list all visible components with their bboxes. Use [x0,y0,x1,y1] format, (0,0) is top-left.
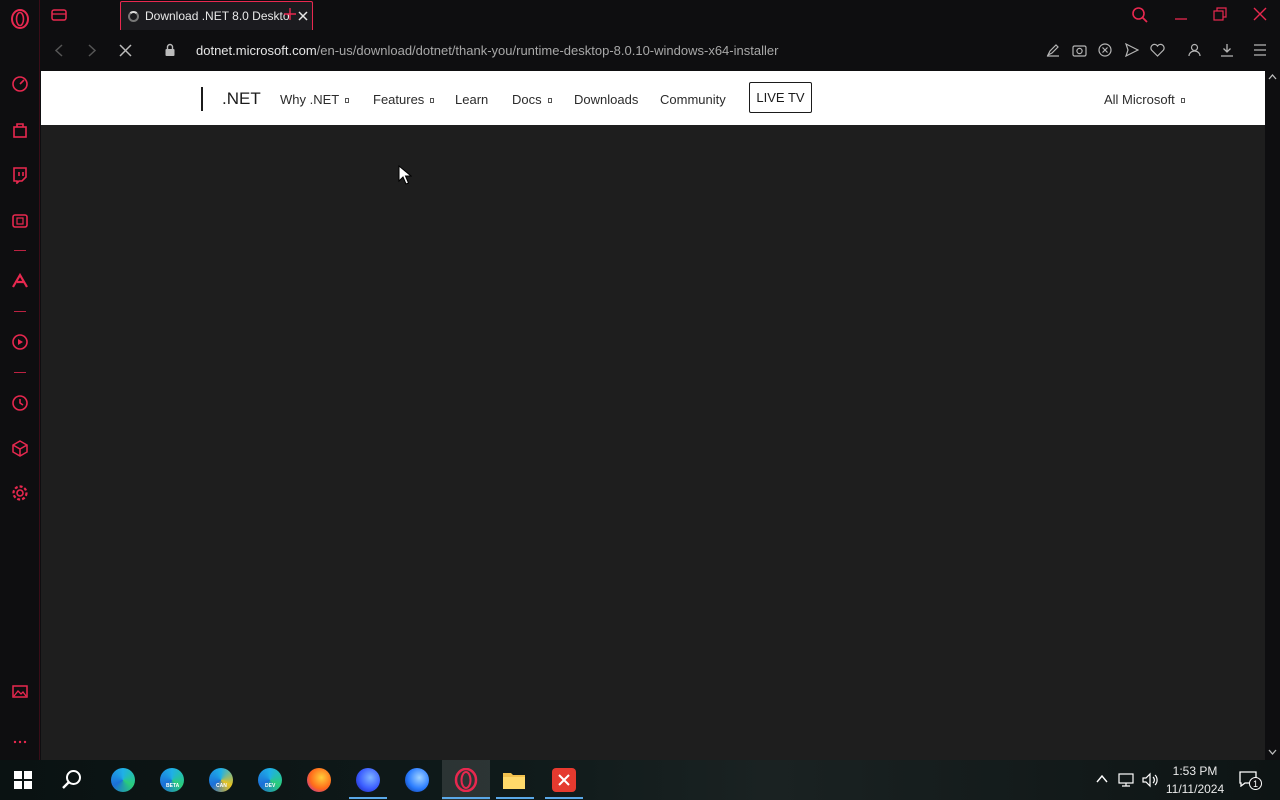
nav-features[interactable]: Features [373,92,435,107]
search-tabs-icon[interactable] [1131,6,1149,24]
tab-island-icon[interactable] [50,6,68,24]
nav-docs-label: Docs [512,92,542,107]
close-window-icon[interactable] [1253,7,1267,21]
stop-loading-icon[interactable] [119,44,132,57]
loading-spinner-icon [128,10,139,22]
site-navbar: .NET Why .NET Features Learn Docs Downlo… [41,71,1265,125]
tab-bar: Download .NET 8.0 Deskto [40,0,1280,30]
player-icon[interactable] [9,331,31,353]
downloads-icon[interactable] [1220,43,1234,57]
url-host: dotnet.microsoft.com [196,43,317,58]
easy-setup-icon[interactable] [1046,43,1060,57]
brand-divider [201,87,203,111]
speed-dial-icon[interactable] [9,73,31,95]
windows-taskbar: BETA CAN DEV 1:53 PM 11/11/2024 1 [0,760,1280,800]
opera-gx-icon[interactable] [454,768,478,792]
dotnet-brand-link[interactable]: .NET [222,89,261,109]
sidebar-divider [14,250,26,251]
address-bar: dotnet.microsoft.com/en-us/download/dotn… [40,30,1280,71]
ad-blocker-icon[interactable] [1098,43,1112,57]
clock-time[interactable]: 1:53 PM [1160,764,1230,778]
extensions-icon[interactable] [9,437,31,459]
mouse-cursor-icon [398,165,412,185]
running-indicator [545,797,583,799]
easy-menu-icon[interactable] [1253,44,1267,56]
network-icon[interactable] [1118,772,1136,788]
start-icon[interactable] [14,771,32,789]
twitch-icon[interactable] [9,164,31,186]
forward-icon[interactable] [86,44,98,57]
tab-title: Download .NET 8.0 Deskto [145,9,290,23]
chevron-down-icon [345,98,350,104]
notification-icon[interactable]: 1 [1239,771,1262,790]
beta-badge: BETA [166,783,180,789]
bookmark-heart-icon[interactable] [1150,43,1165,57]
url-field[interactable]: dotnet.microsoft.com/en-us/download/dotn… [196,43,778,58]
running-indicator [496,797,534,799]
opera-sidebar [0,0,40,760]
close-tab-icon[interactable] [298,11,308,21]
nav-community[interactable]: Community [660,92,726,107]
firefox-dev-icon[interactable] [356,768,380,792]
running-indicator [442,797,490,799]
edge-canary-icon[interactable]: CAN [209,768,233,792]
clock-date[interactable]: 11/11/2024 [1160,782,1230,796]
shop-icon[interactable] [9,119,31,141]
restore-icon[interactable] [1213,7,1227,21]
more-icon[interactable] [9,729,31,751]
nav-why-dotnet[interactable]: Why .NET [280,92,350,107]
nav-docs[interactable]: Docs [512,92,552,107]
send-icon[interactable] [1125,43,1139,57]
nav-downloads-label: Downloads [574,92,639,107]
nav-why-label: Why .NET [280,92,340,107]
volume-icon[interactable] [1142,772,1160,788]
gx-corner-icon[interactable] [9,210,31,232]
lock-icon[interactable] [164,43,176,57]
account-icon[interactable] [1188,43,1201,57]
firefox-nightly-icon[interactable] [405,768,429,792]
new-tab-icon[interactable] [283,7,297,21]
page-scrollbar[interactable] [1265,71,1280,760]
history-icon[interactable] [9,392,31,414]
nav-downloads[interactable]: Downloads [574,92,638,107]
opera-logo-icon[interactable] [9,8,31,30]
chevron-down-icon [547,98,552,104]
running-indicator [349,797,387,799]
notification-count: 1 [1249,777,1262,790]
chevron-up-icon[interactable] [1096,774,1108,784]
nav-community-label: Community [660,92,726,107]
chevron-down-icon [1180,98,1185,104]
chevron-down-icon [430,98,435,104]
edge-dev-icon[interactable]: DEV [258,768,282,792]
nav-learn-label: Learn [455,92,489,107]
search-icon[interactable] [61,769,83,791]
nav-features-label: Features [373,92,425,107]
nav-learn[interactable]: Learn [455,92,488,107]
aria-icon[interactable] [9,270,31,292]
scroll-down-icon[interactable] [1268,748,1277,756]
file-explorer-icon[interactable] [502,770,526,790]
settings-icon[interactable] [9,482,31,504]
back-icon[interactable] [54,44,66,57]
all-microsoft-menu[interactable]: All Microsoft [1104,92,1185,107]
red-x-app-icon[interactable] [552,768,576,792]
all-microsoft-label: All Microsoft [1104,92,1175,107]
live-tv-button[interactable]: LIVE TV [749,82,812,113]
edge-icon[interactable] [111,768,135,792]
edge-beta-icon[interactable]: BETA [160,768,184,792]
minimize-icon[interactable] [1174,7,1188,21]
sidebar-divider [14,372,26,373]
web-page: .NET Why .NET Features Learn Docs Downlo… [41,71,1265,760]
snapshot-gallery-icon[interactable] [9,680,31,702]
canary-badge: CAN [216,783,227,789]
url-path: /en-us/download/dotnet/thank-you/runtime… [316,43,779,58]
scroll-up-icon[interactable] [1268,73,1277,81]
firefox-icon[interactable] [307,768,331,792]
sidebar-divider [14,311,26,312]
dev-badge: DEV [265,783,276,789]
snapshot-icon[interactable] [1072,43,1087,57]
